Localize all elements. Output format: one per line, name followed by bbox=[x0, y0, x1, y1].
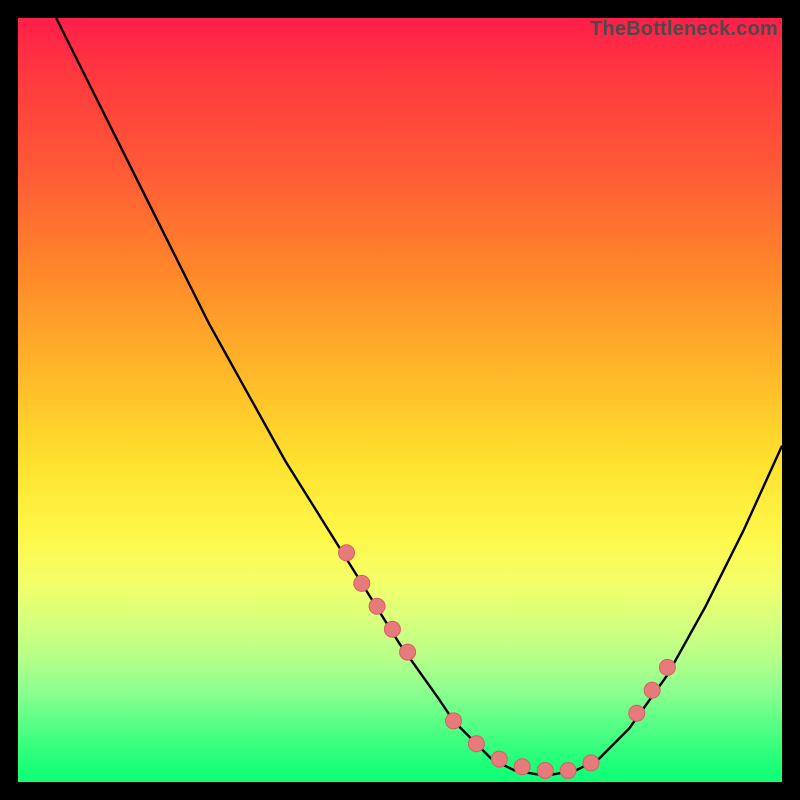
curve-svg bbox=[18, 18, 782, 782]
curve-marker bbox=[491, 751, 507, 767]
curve-marker bbox=[468, 736, 484, 752]
plot-area: TheBottleneck.com bbox=[18, 18, 782, 782]
marker-group bbox=[339, 545, 676, 779]
curve-marker bbox=[400, 644, 416, 660]
curve-marker bbox=[384, 621, 400, 637]
curve-marker bbox=[354, 575, 370, 591]
curve-marker bbox=[583, 755, 599, 771]
curve-marker bbox=[369, 598, 385, 614]
bottleneck-curve-path bbox=[56, 18, 782, 774]
curve-marker bbox=[560, 763, 576, 779]
chart-frame: TheBottleneck.com bbox=[0, 0, 800, 800]
curve-marker bbox=[659, 659, 675, 675]
curve-marker bbox=[644, 682, 660, 698]
curve-marker bbox=[537, 763, 553, 779]
curve-marker bbox=[514, 759, 530, 775]
curve-marker bbox=[339, 545, 355, 561]
curve-marker bbox=[446, 713, 462, 729]
curve-marker bbox=[629, 705, 645, 721]
